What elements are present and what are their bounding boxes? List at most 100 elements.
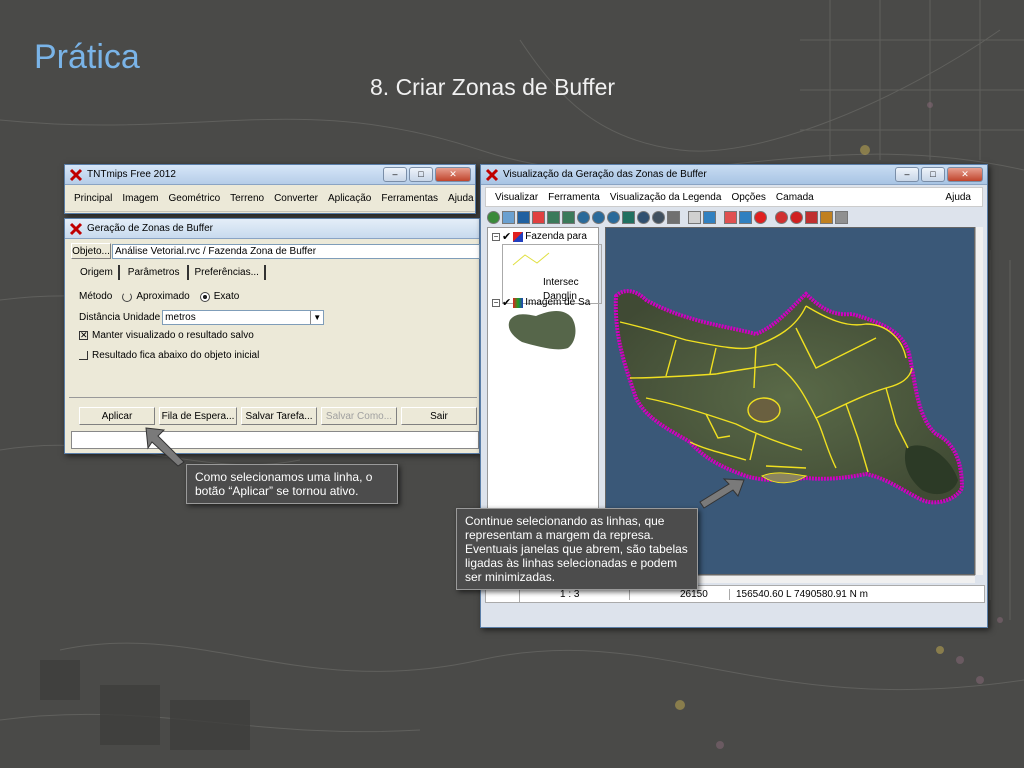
method-row: Método Aproximado Exato — [79, 291, 239, 302]
distance-unit-row: Distância Unidade metros ▼ — [79, 310, 325, 325]
image-thumbnail — [508, 311, 576, 350]
menu-visualizacao-legenda[interactable]: Visualização da Legenda — [610, 192, 722, 203]
keep-checkbox-label: Manter visualizado o resultado salvo — [92, 330, 254, 341]
divider — [69, 397, 477, 398]
object-button[interactable]: Objeto... — [71, 243, 111, 259]
distance-unit-select[interactable]: metros ▼ — [162, 310, 325, 325]
chart-icon[interactable] — [820, 210, 833, 224]
zoom-box-icon[interactable] — [547, 210, 560, 224]
vector-layer-icon — [513, 231, 524, 242]
minimize-button[interactable]: – — [895, 167, 919, 182]
object-field[interactable]: Análise Vetorial.rvc / Fazenda Zona de B… — [112, 244, 480, 259]
stop-icon[interactable] — [754, 210, 767, 224]
magnify-minus-icon[interactable] — [592, 210, 605, 224]
tab-preferencias[interactable]: Preferências... — [189, 265, 266, 280]
menu-aplicacao[interactable]: Aplicação — [328, 193, 371, 204]
menu-terreno[interactable]: Terreno — [230, 193, 264, 204]
tab-parametros[interactable]: Parâmetros — [120, 265, 190, 280]
legend-box: Intersec Danglin — [502, 244, 602, 304]
magnify-icon[interactable] — [607, 210, 620, 224]
layer-row-fazenda[interactable]: − ✔ Fazenda para — [492, 230, 587, 243]
move-icon[interactable] — [724, 210, 737, 224]
menu-converter[interactable]: Converter — [274, 193, 318, 204]
close-button[interactable]: ✕ — [435, 167, 471, 182]
table-icon[interactable] — [835, 210, 848, 224]
distance-unit-label: Distância Unidade — [79, 312, 161, 323]
tntmips-logo-icon — [69, 168, 83, 181]
arrow-icon[interactable] — [532, 210, 545, 224]
layers-icon[interactable] — [739, 210, 752, 224]
menu-imagem[interactable]: Imagem — [122, 193, 158, 204]
keep-checkbox[interactable]: ✕ — [79, 331, 88, 340]
tab-bar: Origem Parâmetros Preferências... — [75, 265, 266, 280]
grid-icon[interactable] — [622, 210, 635, 224]
callout-continue: Continue selecionando as linhas, que rep… — [456, 508, 698, 590]
view-window-title: Visualização da Geração das Zonas de Buf… — [503, 169, 707, 180]
menu-ajuda[interactable]: Ajuda — [448, 193, 474, 204]
full-view-icon[interactable] — [517, 210, 530, 224]
close-button[interactable]: ✕ — [947, 167, 983, 182]
apply-button[interactable]: Aplicar — [79, 407, 155, 425]
map-vscrollbar[interactable] — [975, 227, 983, 575]
pan-icon[interactable] — [502, 210, 515, 224]
menu-opcoes[interactable]: Opções — [731, 192, 765, 203]
tntmips-logo-icon — [485, 168, 499, 181]
arrow-to-line-icon — [699, 478, 745, 509]
slide-title: Prática — [34, 38, 140, 76]
buffer-dialog-title: Geração de Zonas de Buffer — [87, 223, 214, 234]
callout-apply: Como selecionamos uma linha, o botão “Ap… — [186, 464, 398, 504]
menu-camada[interactable]: Camada — [776, 192, 814, 203]
camera-icon[interactable] — [667, 210, 680, 224]
chevron-down-icon[interactable]: ▼ — [310, 311, 323, 324]
menu-ferramenta[interactable]: Ferramenta — [548, 192, 600, 203]
below-checkbox[interactable] — [79, 351, 88, 360]
view-menubar: Visualizar Ferramenta Visualização da Le… — [485, 187, 983, 207]
queue-button[interactable]: Fila de Espera... — [159, 407, 237, 425]
main-window: TNTmips Free 2012 – □ ✕ Principal Imagem… — [64, 164, 476, 214]
main-menubar: Principal Imagem Geométrico Terreno Conv… — [65, 185, 475, 212]
collapse-icon[interactable]: − — [492, 232, 500, 241]
menu-principal[interactable]: Principal — [74, 193, 112, 204]
menu-visualizar[interactable]: Visualizar — [495, 192, 538, 203]
globe-icon[interactable] — [637, 210, 650, 224]
radio-aproximado-label: Aproximado — [136, 291, 190, 302]
record-icon[interactable] — [790, 210, 803, 224]
menu-ajuda[interactable]: Ajuda — [945, 192, 971, 203]
main-window-titlebar[interactable]: TNTmips Free 2012 – □ ✕ — [65, 165, 475, 185]
scale-value: 1 : 3 — [560, 588, 630, 600]
collapse-icon[interactable]: − — [492, 298, 500, 307]
layer-name: Fazenda para — [525, 231, 587, 242]
search-icon[interactable] — [775, 210, 788, 224]
status-field — [71, 431, 479, 449]
menu-ferramentas[interactable]: Ferramentas — [381, 193, 438, 204]
tntmips-logo-icon — [69, 222, 83, 235]
maximize-button[interactable]: □ — [409, 167, 433, 182]
arrow-to-apply-icon — [145, 427, 185, 467]
buffer-dialog-titlebar[interactable]: Geração de Zonas de Buffer — [65, 219, 479, 239]
measure-icon[interactable] — [688, 210, 701, 224]
zoom-in-icon[interactable] — [487, 210, 500, 224]
minimize-button[interactable]: – — [383, 167, 407, 182]
select-icon[interactable] — [703, 210, 716, 224]
distance-unit-value: metros — [165, 312, 196, 323]
legend-label-intersec: Intersec — [543, 277, 579, 288]
cell-value: 26150 — [680, 588, 730, 600]
radio-exato-label: Exato — [213, 291, 240, 302]
check-icon[interactable]: ✔ — [502, 230, 511, 243]
exit-button[interactable]: Sair — [401, 407, 477, 425]
view-toolbar — [487, 209, 850, 225]
menu-geometrico[interactable]: Geométrico — [168, 193, 220, 204]
radio-exato[interactable] — [199, 291, 210, 302]
magnify-plus-icon[interactable] — [577, 210, 590, 224]
coordinate-readout: 156540.60 L 7490580.91 N m — [736, 588, 868, 600]
maximize-button[interactable]: □ — [921, 167, 945, 182]
radio-aproximado[interactable] — [122, 291, 133, 302]
refresh-icon[interactable] — [652, 210, 665, 224]
save-task-button[interactable]: Salvar Tarefa... — [241, 407, 317, 425]
view-window-titlebar[interactable]: Visualização da Geração das Zonas de Buf… — [481, 165, 987, 185]
zoom-icon[interactable] — [562, 210, 575, 224]
slide-subtitle: 8. Criar Zonas de Buffer — [370, 74, 616, 100]
pointer-icon[interactable] — [805, 210, 818, 224]
line-legend-icon — [512, 252, 550, 266]
tab-origem[interactable]: Origem — [75, 265, 120, 280]
